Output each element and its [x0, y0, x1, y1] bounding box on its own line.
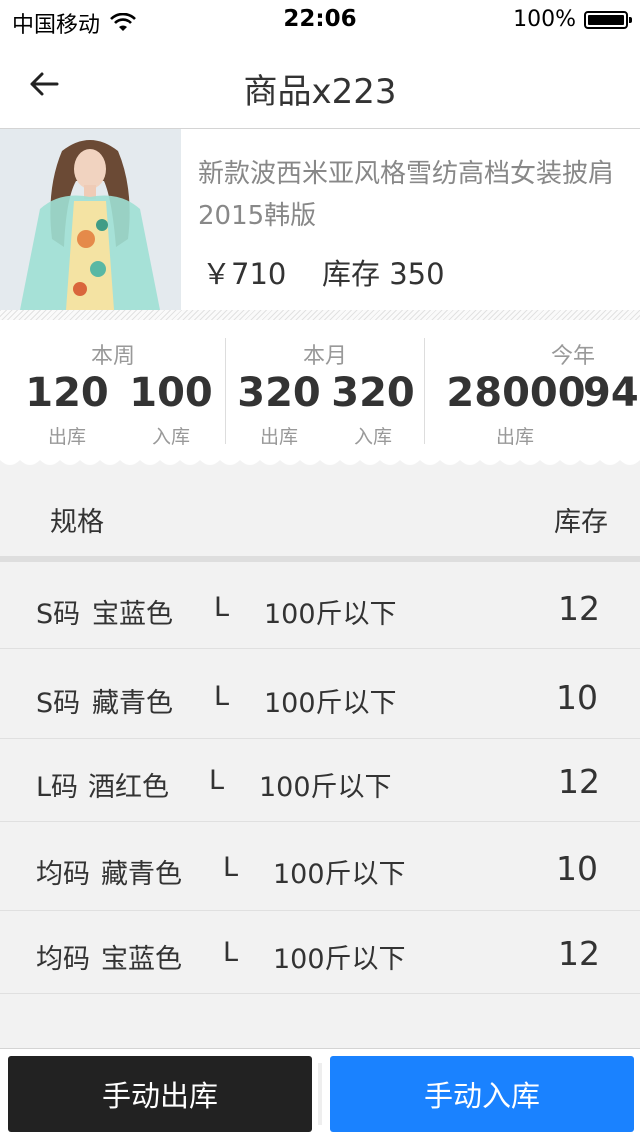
stats-year-out-label: 出库	[495, 426, 534, 448]
row-size: 均码	[36, 944, 90, 975]
table-row[interactable]: 均码 藏青色 L 100斤以下 10	[0, 822, 640, 911]
battery-icon	[584, 10, 632, 29]
stats-month: 本月 320 320 出库 入库	[226, 320, 424, 460]
row-fit: L	[214, 592, 230, 623]
row-fit: L	[223, 852, 239, 883]
nav-bar: 商品x223	[0, 40, 640, 129]
stats-week: 本周 120 100 出库 入库	[0, 320, 226, 460]
row-size: S码	[36, 599, 81, 630]
stats-week-out: 120	[25, 370, 109, 416]
stats-year-label: 今年	[550, 344, 595, 369]
table-header-stock: 库存	[554, 507, 608, 538]
manual-out-button[interactable]: 手动出库	[8, 1056, 312, 1132]
stats-month-in-label: 入库	[353, 426, 392, 448]
product-photo-illustration	[0, 129, 181, 310]
row-fit: L	[209, 765, 225, 796]
row-color: 宝蓝色	[101, 944, 182, 975]
stats-year-in: 940	[583, 370, 640, 416]
row-weight: 100斤以下	[264, 688, 397, 719]
battery-percent: 100%	[513, 7, 576, 32]
row-color: 酒红色	[88, 772, 169, 803]
status-right: 100%	[513, 7, 632, 32]
status-bar: 中国移动 22:06 100%	[0, 0, 640, 40]
stats-week-out-label: 出库	[47, 426, 86, 448]
button-separator	[318, 1063, 322, 1125]
product-price: ￥710	[202, 257, 287, 291]
stats-panel: 本周 120 100 出库 入库 本月 320 320 出库 入库 今年 280…	[0, 320, 640, 460]
table-header: 规格 库存	[0, 470, 640, 562]
row-fit: L	[223, 937, 239, 968]
stats-month-out-label: 出库	[259, 426, 298, 448]
stats-year-out: 28000	[446, 370, 586, 416]
row-color: 藏青色	[101, 859, 182, 890]
stats-week-in-label: 入库	[151, 426, 190, 448]
table-row[interactable]: L码 酒红色 L 100斤以下 12	[0, 739, 640, 822]
product-card[interactable]: 新款波西米亚风格雪纺高档女装披肩2015韩版 ￥710 库存 350	[0, 129, 640, 310]
table-row[interactable]: S码 宝蓝色 L 100斤以下 12	[0, 562, 640, 649]
stats-month-out: 320	[237, 370, 321, 416]
row-weight: 100斤以下	[264, 599, 397, 630]
row-weight: 100斤以下	[273, 859, 406, 890]
row-size: 均码	[36, 859, 90, 890]
row-color: 宝蓝色	[92, 599, 173, 630]
table-row[interactable]: 均码 宝蓝色 L 100斤以下 12	[0, 911, 640, 994]
table-header-spec: 规格	[50, 507, 104, 538]
row-qty: 12	[558, 934, 600, 973]
row-size: S码	[36, 688, 81, 719]
stats-month-label: 本月	[302, 344, 347, 369]
divider-hatch	[0, 310, 640, 320]
product-image	[0, 129, 181, 310]
manual-in-button[interactable]: 手动入库	[330, 1056, 634, 1132]
stats-year: 今年 28000 940 出库	[425, 320, 640, 460]
table-row[interactable]: S码 藏青色 L 100斤以下 10	[0, 649, 640, 739]
stats-month-in: 320	[331, 370, 415, 416]
row-qty: 12	[558, 762, 600, 801]
product-stock: 库存 350	[322, 257, 445, 291]
stats-week-in: 100	[129, 370, 213, 416]
page-title: 商品x223	[243, 72, 397, 112]
divider-zigzag	[0, 458, 640, 465]
row-qty: 10	[556, 849, 598, 888]
row-qty: 12	[558, 589, 600, 628]
row-qty: 10	[556, 678, 598, 717]
stats-week-label: 本周	[90, 344, 135, 369]
row-size: L码	[36, 772, 79, 803]
row-color: 藏青色	[92, 688, 173, 719]
bottom-action-bar: 手动出库 手动入库	[0, 1048, 640, 1137]
row-weight: 100斤以下	[273, 944, 406, 975]
row-fit: L	[214, 681, 230, 712]
row-weight: 100斤以下	[259, 772, 392, 803]
product-name: 新款波西米亚风格雪纺高档女装披肩2015韩版	[198, 159, 615, 231]
